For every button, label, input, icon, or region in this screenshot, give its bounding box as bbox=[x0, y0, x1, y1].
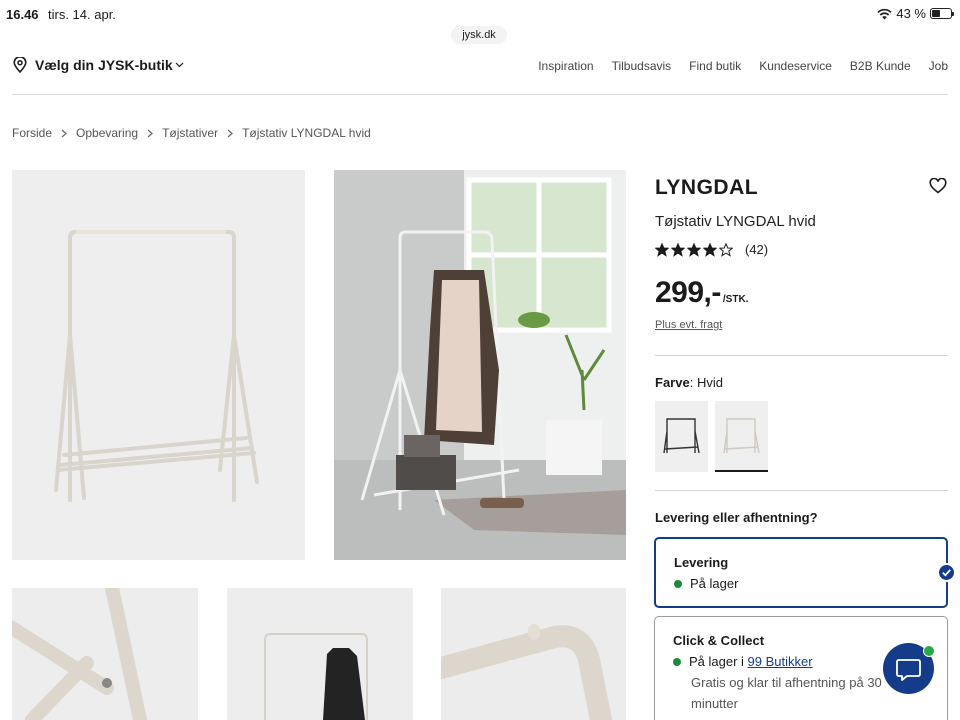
rating[interactable]: (42) bbox=[655, 242, 768, 257]
store-selector-label: Vælg din JYSK-butik bbox=[35, 57, 173, 73]
star-filled-icon bbox=[703, 242, 717, 257]
product-title: LYNGDAL bbox=[655, 176, 759, 199]
stock-status: På lager i 99 Butikker bbox=[673, 654, 813, 669]
color-value: Hvid bbox=[696, 375, 723, 390]
breadcrumb-opbevaring[interactable]: Opbevaring bbox=[76, 126, 138, 140]
divider bbox=[655, 355, 948, 356]
divider bbox=[655, 490, 948, 491]
product-image-detail-tube[interactable] bbox=[441, 588, 626, 720]
stores-link[interactable]: 99 Butikker bbox=[748, 654, 813, 669]
delivery-option-title: Click & Collect bbox=[673, 633, 765, 648]
delivery-option-title: Levering bbox=[674, 555, 729, 570]
checkmark-icon bbox=[937, 563, 956, 582]
status-date: tirs. 14. apr. bbox=[48, 7, 116, 22]
chevron-right-icon bbox=[227, 129, 233, 137]
star-filled-icon bbox=[687, 242, 701, 257]
top-nav: Inspiration Tilbudsavis Find butik Kunde… bbox=[538, 59, 948, 73]
in-stock-dot-icon bbox=[673, 657, 681, 666]
chevron-down-icon bbox=[175, 62, 184, 68]
chevron-right-icon bbox=[61, 129, 67, 137]
product-subtitle: Tøjstativ LYNGDAL hvid bbox=[655, 213, 816, 230]
status-time: 16.46 bbox=[6, 7, 39, 22]
stock-status-prefix: På lager i bbox=[689, 654, 748, 669]
in-stock-dot-icon bbox=[674, 579, 682, 588]
breadcrumb-tojstativer[interactable]: Tøjstativer bbox=[162, 126, 218, 140]
star-filled-icon bbox=[655, 242, 669, 257]
status-right: 43 % bbox=[877, 6, 954, 21]
location-pin-icon bbox=[13, 57, 27, 73]
wifi-icon bbox=[877, 8, 892, 19]
product-image-with-coat[interactable] bbox=[227, 588, 413, 720]
product-image-lifestyle[interactable] bbox=[334, 170, 626, 560]
price-unit: /STK. bbox=[722, 294, 749, 305]
pickup-note: Gratis og klar til afhentning på 30 minu… bbox=[691, 675, 882, 711]
store-selector[interactable]: Vælg din JYSK-butik bbox=[13, 57, 184, 73]
nav-inspiration[interactable]: Inspiration bbox=[538, 59, 593, 73]
stock-status: På lager bbox=[674, 576, 738, 591]
nav-b2b-kunde[interactable]: B2B Kunde bbox=[850, 59, 911, 73]
price: 299,- /STK. bbox=[655, 276, 748, 310]
color-label-key: Farve bbox=[655, 375, 690, 390]
notification-dot bbox=[923, 645, 935, 657]
delivery-option-levering[interactable]: Levering På lager bbox=[654, 537, 956, 608]
breadcrumb-current: Tøjstativ LYNGDAL hvid bbox=[242, 126, 371, 140]
url-bar[interactable]: jysk.dk bbox=[451, 26, 507, 44]
nav-find-butik[interactable]: Find butik bbox=[689, 59, 741, 73]
product-image-main[interactable] bbox=[12, 170, 305, 560]
swatch-white[interactable] bbox=[715, 401, 768, 472]
star-empty-icon bbox=[719, 242, 733, 257]
chat-button[interactable] bbox=[883, 643, 935, 694]
rating-stars bbox=[655, 242, 733, 257]
breadcrumb-forside[interactable]: Forside bbox=[12, 126, 52, 140]
nav-tilbudsavis[interactable]: Tilbudsavis bbox=[612, 59, 672, 73]
nav-job[interactable]: Job bbox=[929, 59, 948, 73]
color-label: Farve: Hvid bbox=[655, 375, 723, 390]
nav-kundeservice[interactable]: Kundeservice bbox=[759, 59, 832, 73]
heart-icon[interactable] bbox=[929, 178, 947, 194]
star-filled-icon bbox=[671, 242, 685, 257]
product-image-detail-joint[interactable] bbox=[12, 588, 198, 720]
status-bar: 16.46 tirs. 14. apr. 43 % bbox=[0, 0, 960, 28]
header-divider bbox=[12, 94, 948, 95]
swatch-black[interactable] bbox=[655, 401, 708, 472]
battery-icon bbox=[930, 8, 954, 19]
delivery-question: Levering eller afhentning? bbox=[655, 510, 818, 525]
stock-status-text: På lager bbox=[690, 576, 739, 591]
battery-percent: 43 % bbox=[896, 6, 926, 21]
breadcrumb: Forside Opbevaring Tøjstativer Tøjstativ… bbox=[12, 126, 371, 140]
freight-link[interactable]: Plus evt. fragt bbox=[655, 319, 722, 331]
chevron-right-icon bbox=[147, 129, 153, 137]
price-amount: 299,- bbox=[655, 276, 721, 309]
stock-status-text: På lager i 99 Butikker bbox=[689, 654, 813, 669]
review-count: (42) bbox=[745, 242, 769, 257]
